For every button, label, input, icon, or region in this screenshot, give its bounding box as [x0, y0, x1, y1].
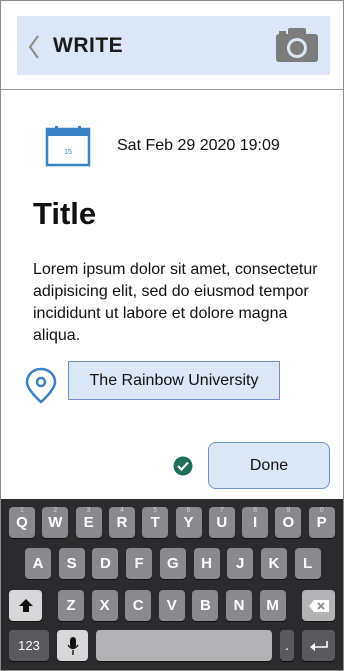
- chevron-left-icon[interactable]: [27, 34, 41, 65]
- key-label: E: [83, 514, 94, 531]
- check-circle-icon: [173, 456, 193, 481]
- key-g[interactable]: G: [159, 548, 186, 579]
- done-label: Done: [249, 456, 289, 474]
- entry-datetime: Sat Feb 29 2020 19:09: [117, 137, 280, 154]
- period-key[interactable]: .: [280, 630, 294, 661]
- key-a[interactable]: A: [25, 548, 51, 579]
- shift-key[interactable]: [9, 590, 42, 621]
- note-title[interactable]: Title: [33, 196, 96, 232]
- key-hint: 3: [86, 507, 91, 514]
- note-body[interactable]: Lorem ipsum dolor sit amet, consectetur …: [33, 259, 323, 347]
- backspace-key[interactable]: [302, 590, 335, 621]
- key-label: O: [282, 514, 295, 531]
- key-t[interactable]: 5T: [142, 507, 169, 538]
- key-y[interactable]: 6Y: [175, 507, 202, 538]
- key-hint: 0: [319, 507, 324, 514]
- key-hint: 6: [186, 507, 191, 514]
- key-label: W: [48, 514, 63, 531]
- key-hint: 4: [119, 507, 124, 514]
- keyboard: 1Q2W3E4R5T6Y7U8I9O0P ASDFGHJKL ZXCVBNM 1…: [1, 499, 343, 670]
- key-hint: 1: [20, 507, 24, 514]
- key-e[interactable]: 3E: [75, 507, 102, 538]
- phone-screen: WRITE 15 Sat Feb 29 2020 19:09 Title Lor…: [0, 0, 344, 671]
- location-field[interactable]: The Rainbow University: [68, 361, 280, 400]
- key-label: Q: [16, 514, 28, 531]
- header-divider: [1, 89, 343, 90]
- key-hint: 5: [153, 507, 158, 514]
- key-r[interactable]: 4R: [108, 507, 135, 538]
- microphone-icon: [66, 636, 79, 655]
- space-bar[interactable]: [96, 630, 272, 661]
- calendar-day: 15: [64, 149, 72, 156]
- key-label: T: [150, 514, 160, 531]
- key-u[interactable]: 7U: [208, 507, 235, 538]
- numbers-key[interactable]: 123: [9, 630, 49, 661]
- key-label: P: [316, 514, 327, 531]
- key-n[interactable]: N: [226, 590, 252, 621]
- key-m[interactable]: M: [259, 590, 286, 621]
- key-s[interactable]: S: [58, 548, 85, 579]
- key-label: U: [216, 514, 228, 531]
- key-d[interactable]: D: [92, 548, 119, 579]
- key-b[interactable]: B: [192, 590, 219, 621]
- camera-icon[interactable]: [274, 26, 320, 69]
- key-x[interactable]: X: [91, 590, 118, 621]
- microphone-key[interactable]: [57, 630, 88, 661]
- return-key[interactable]: [302, 630, 335, 661]
- calendar-icon[interactable]: 15: [45, 125, 91, 172]
- key-hint: 7: [219, 507, 224, 514]
- key-v[interactable]: V: [158, 590, 185, 621]
- done-button[interactable]: Done: [208, 442, 330, 489]
- key-label: Y: [183, 514, 194, 531]
- key-w[interactable]: 2W: [42, 507, 69, 538]
- key-label: R: [116, 514, 128, 531]
- key-c[interactable]: C: [125, 590, 152, 621]
- header-bar: WRITE: [17, 16, 330, 75]
- page-title: WRITE: [53, 34, 124, 57]
- key-k[interactable]: K: [260, 548, 287, 579]
- key-label: I: [253, 514, 258, 531]
- key-f[interactable]: F: [126, 548, 153, 579]
- key-hint: 8: [253, 507, 258, 514]
- key-i[interactable]: 8I: [242, 507, 269, 538]
- shift-icon: [18, 598, 33, 612]
- key-hint: 9: [286, 507, 291, 514]
- key-q[interactable]: 1Q: [9, 507, 35, 538]
- key-z[interactable]: Z: [58, 590, 84, 621]
- location-value: The Rainbow University: [89, 371, 259, 389]
- backspace-icon: [308, 599, 329, 612]
- key-j[interactable]: J: [227, 548, 254, 579]
- key-l[interactable]: L: [294, 548, 321, 579]
- key-o[interactable]: 9O: [275, 507, 302, 538]
- key-h[interactable]: H: [193, 548, 220, 579]
- key-hint: 2: [53, 507, 58, 514]
- return-icon: [309, 640, 328, 651]
- key-p[interactable]: 0P: [308, 507, 335, 538]
- map-pin-icon[interactable]: [24, 367, 58, 410]
